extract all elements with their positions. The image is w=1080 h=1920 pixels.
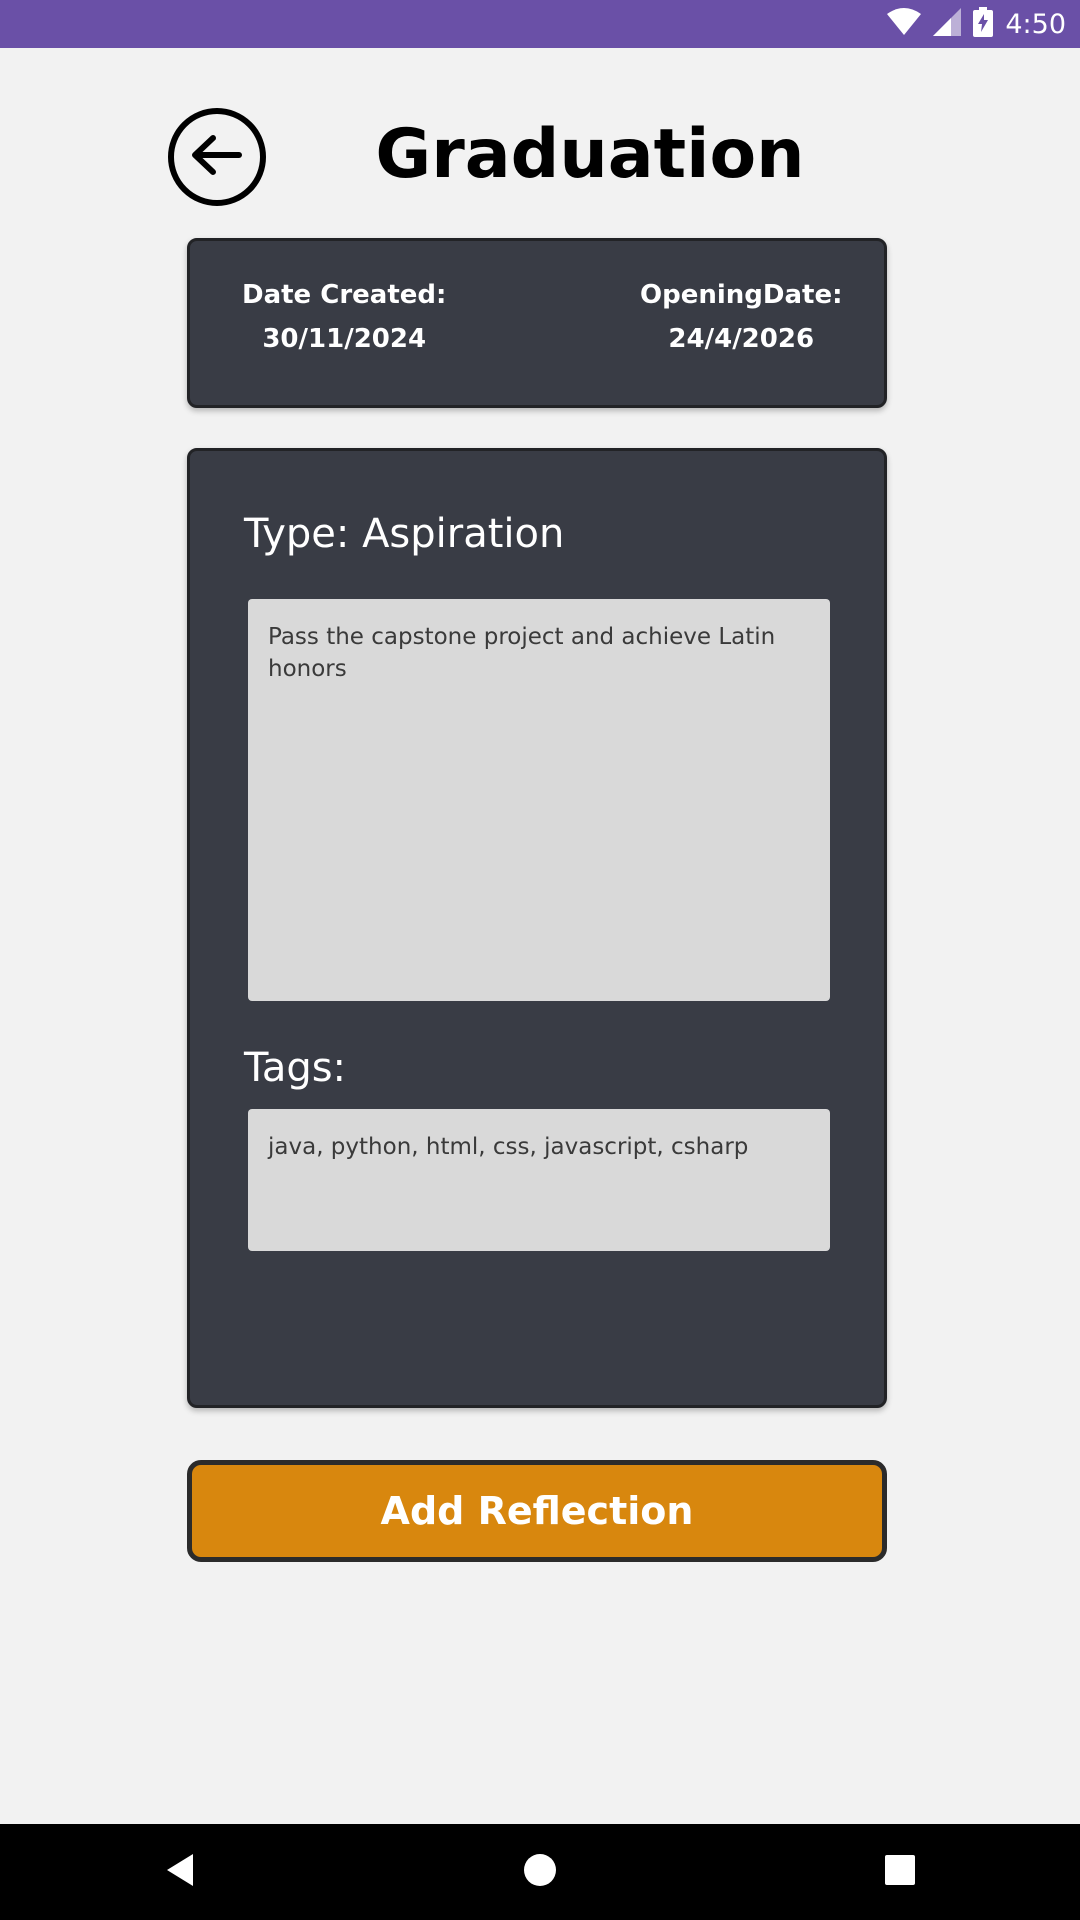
- status-icons: 4:50: [887, 0, 1066, 48]
- entry-card: Type: Aspiration Pass the capstone proje…: [187, 448, 887, 1408]
- home-circle-icon: [523, 1853, 557, 1891]
- entry-content-field[interactable]: Pass the capstone project and achieve La…: [248, 599, 830, 1001]
- status-time: 4:50: [1005, 8, 1066, 40]
- back-button[interactable]: [168, 108, 266, 206]
- back-triangle-icon: [163, 1852, 197, 1892]
- cell-signal-icon: [933, 8, 962, 40]
- tags-label: Tags:: [244, 1045, 347, 1091]
- wifi-icon: [887, 8, 922, 40]
- battery-charging-icon: [973, 7, 994, 41]
- status-bar: 4:50: [0, 0, 1080, 48]
- nav-home-button[interactable]: [480, 1824, 600, 1920]
- navigation-bar: [0, 1824, 1080, 1920]
- date-created-block: Date Created: 30/11/2024: [242, 277, 446, 365]
- opening-date-value: 24/4/2026: [668, 324, 815, 354]
- page-title: Graduation: [375, 115, 805, 194]
- dates-card: Date Created: 30/11/2024 OpeningDate: 24…: [187, 238, 887, 408]
- nav-back-button[interactable]: [120, 1824, 240, 1920]
- date-created-value: 30/11/2024: [262, 324, 427, 354]
- nav-recents-button[interactable]: [840, 1824, 960, 1920]
- add-reflection-button[interactable]: Add Reflection: [187, 1460, 887, 1562]
- recents-square-icon: [884, 1854, 916, 1890]
- arrow-left-icon: [187, 130, 247, 184]
- tags-field[interactable]: java, python, html, css, javascript, csh…: [248, 1109, 830, 1251]
- opening-date-label: OpeningDate:: [640, 280, 843, 310]
- date-created-label: Date Created:: [242, 280, 447, 310]
- opening-date-block: OpeningDate: 24/4/2026: [640, 277, 842, 365]
- entry-type-label: Type: Aspiration: [244, 511, 565, 557]
